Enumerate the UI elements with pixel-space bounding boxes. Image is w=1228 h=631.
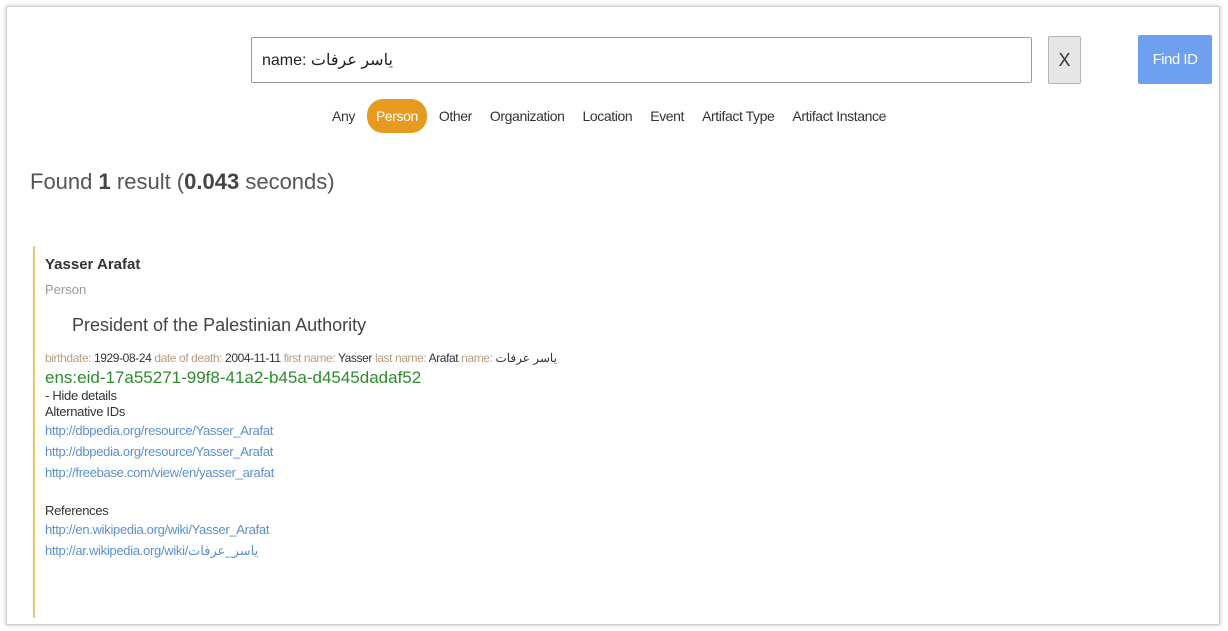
result-card: Yasser Arafat Person President of the Pa…	[33, 246, 933, 618]
results-summary: Found 1 result (0.043 seconds)	[30, 169, 335, 194]
result-properties: birthdate: 1929-08-24 date of death: 200…	[45, 351, 557, 365]
page-frame: X Find ID Any Person Other Organization …	[6, 6, 1220, 625]
alt-id-link[interactable]: http://dbpedia.org/resource/Yasser_Arafa…	[45, 441, 933, 462]
reference-link[interactable]: http://en.wikipedia.org/wiki/Yasser_Araf…	[45, 519, 933, 540]
reference-link[interactable]: http://ar.wikipedia.org/wiki/ياسر_عرفات	[45, 540, 933, 561]
alt-id-link[interactable]: http://freebase.com/view/en/yasser_arafa…	[45, 462, 933, 483]
alternative-ids-heading: Alternative IDs	[45, 404, 126, 419]
search-input[interactable]	[251, 37, 1032, 83]
result-type: Person	[45, 282, 87, 297]
birthdate-value: 1929-08-24	[93, 351, 152, 365]
filter-artifact-instance[interactable]: Artifact Instance	[783, 103, 895, 129]
result-description: President of the Palestinian Authority	[72, 315, 367, 335]
filter-organization[interactable]: Organization	[481, 103, 574, 129]
filter-artifact-type[interactable]: Artifact Type	[693, 103, 783, 129]
clear-button[interactable]: X	[1048, 36, 1081, 84]
type-filter-bar: Any Person Other Organization Location E…	[323, 99, 895, 133]
result-count: 1	[98, 169, 111, 194]
filter-location[interactable]: Location	[574, 103, 642, 129]
alt-id-link[interactable]: http://dbpedia.org/resource/Yasser_Arafa…	[45, 420, 933, 441]
first-name-value: Yasser	[337, 351, 372, 365]
find-id-button[interactable]: Find ID	[1138, 35, 1212, 84]
filter-any[interactable]: Any	[323, 103, 364, 129]
last-name-value: Arafat	[428, 351, 459, 365]
filter-person[interactable]: Person	[366, 99, 427, 133]
death-date-value: 2004-11-11	[225, 351, 281, 365]
search-time: 0.043	[184, 169, 240, 194]
filter-event[interactable]: Event	[641, 103, 693, 129]
references-heading: References	[45, 503, 109, 518]
result-title[interactable]: Yasser Arafat	[45, 256, 933, 273]
filter-other[interactable]: Other	[430, 103, 481, 129]
arabic-name-value: ياسر عرفات	[495, 351, 557, 365]
ens-id: ens:eid-17a55271-99f8-41a2-b45a-d4545dad…	[45, 368, 422, 387]
hide-details-toggle[interactable]: - Hide details	[45, 388, 933, 404]
